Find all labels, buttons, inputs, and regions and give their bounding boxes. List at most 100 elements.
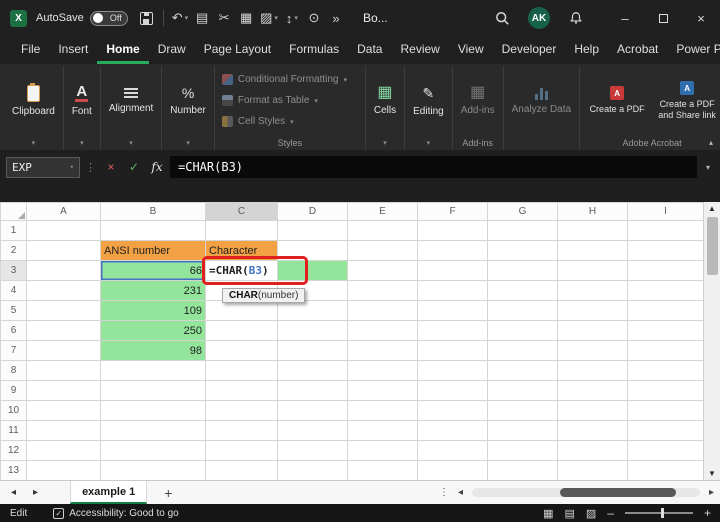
vertical-scrollbar[interactable]: ▲ ▼ [703,202,720,480]
name-box[interactable]: EXP ▾ [6,156,80,178]
cell-g10[interactable] [487,400,558,421]
pin-button[interactable]: ⊙ [303,5,325,31]
autosave-switch[interactable]: Off [89,10,128,26]
chevron-down-icon[interactable]: ▾ [186,139,190,147]
cell-b3[interactable]: 66 [100,260,206,281]
cell-h10[interactable] [557,400,628,421]
cell-f12[interactable] [417,440,488,461]
horizontal-scrollbar[interactable] [471,488,700,497]
font-button[interactable]: A Font [67,82,97,119]
cell-a2[interactable] [26,240,101,261]
horizontal-scrollbar-thumb[interactable] [559,488,676,497]
search-button[interactable] [491,5,513,31]
notifications-button[interactable] [565,5,587,31]
cell-a9[interactable] [26,380,101,401]
scroll-up-icon[interactable]: ▲ [708,202,716,215]
cell-d6[interactable] [277,320,348,341]
cell-a12[interactable] [26,440,101,461]
cell-e9[interactable] [347,380,418,401]
cell-g3[interactable] [487,260,558,281]
cell-e12[interactable] [347,440,418,461]
col-header-b[interactable]: B [100,202,206,221]
cell-a10[interactable] [26,400,101,421]
cell-e10[interactable] [347,400,418,421]
alignment-button[interactable]: Alignment [104,86,158,116]
create-pdf-share-button[interactable]: A Create a PDF and Share link [653,79,720,122]
cell-i8[interactable] [627,360,704,381]
col-header-h[interactable]: H [557,202,628,221]
cell-a8[interactable] [26,360,101,381]
row-header-4[interactable]: 4 [0,280,27,301]
cell-f11[interactable] [417,420,488,441]
cell-g1[interactable] [487,220,558,241]
conditional-formatting-button[interactable]: Conditional Formatting ▾ [218,70,362,89]
avatar[interactable]: AK [528,7,550,29]
cell-g11[interactable] [487,420,558,441]
cell-f6[interactable] [417,320,488,341]
cell-e5[interactable] [347,300,418,321]
cell-h4[interactable] [557,280,628,301]
scroll-down-icon[interactable]: ▼ [708,467,716,480]
cell-c8[interactable] [205,360,278,381]
cell-a6[interactable] [26,320,101,341]
zoom-slider[interactable] [624,508,693,518]
cell-f3[interactable] [417,260,488,281]
col-header-e[interactable]: E [347,202,418,221]
cell-f7[interactable] [417,340,488,361]
cell-a13[interactable] [26,460,101,481]
cell-d9[interactable] [277,380,348,401]
cell-e1[interactable] [347,220,418,241]
cell-i1[interactable] [627,220,704,241]
vertical-scrollbar-thumb[interactable] [706,217,718,275]
row-header-9[interactable]: 9 [0,380,27,401]
cell-i12[interactable] [627,440,704,461]
number-button[interactable]: % Number [165,83,211,118]
zoom-slider-thumb[interactable] [660,508,664,518]
formula-input[interactable]: =CHAR(B3) [170,156,697,178]
add-sheet-button[interactable]: + [164,485,172,501]
cell-g8[interactable] [487,360,558,381]
cell-g5[interactable] [487,300,558,321]
cell-f2[interactable] [417,240,488,261]
cell-a11[interactable] [26,420,101,441]
paste-button[interactable]: ▤ [191,5,213,31]
row-header-11[interactable]: 11 [0,420,27,441]
table-button[interactable]: ▦ [235,5,257,31]
row-header-6[interactable]: 6 [0,320,27,341]
cell-a4[interactable] [26,280,101,301]
cell-a5[interactable] [26,300,101,321]
excel-app-icon[interactable]: X [10,9,27,27]
cell-c3-editing[interactable]: =CHAR(B3) [205,260,278,281]
select-all-corner[interactable] [0,202,27,221]
cell-e7[interactable] [347,340,418,361]
cell-c13[interactable] [205,460,278,481]
cell-d1[interactable] [277,220,348,241]
cell-h1[interactable] [557,220,628,241]
cell-c7[interactable] [205,340,278,361]
cell-b9[interactable] [100,380,206,401]
undo-button[interactable]: ↶ ▾ [169,5,191,31]
cell-a3[interactable] [26,260,101,281]
expand-formula-bar-icon[interactable]: ▾ [700,163,716,172]
cell-b11[interactable] [100,420,206,441]
cell-b10[interactable] [100,400,206,421]
cell-b7[interactable]: 98 [100,340,206,361]
cell-i13[interactable] [627,460,704,481]
fill-color-button[interactable]: ▨ ▾ [257,5,281,31]
tab-acrobat[interactable]: Acrobat [608,36,667,64]
page-layout-view-button[interactable]: ▤ [564,507,574,520]
cell-h5[interactable] [557,300,628,321]
cell-h3[interactable] [557,260,628,281]
cell-h11[interactable] [557,420,628,441]
create-pdf-button[interactable]: A Create a PDF [583,84,651,116]
normal-view-button[interactable]: ▦ [543,507,553,520]
cell-i7[interactable] [627,340,704,361]
tab-draw[interactable]: Draw [149,36,195,64]
maximize-button[interactable] [644,0,682,36]
editing-button[interactable]: ✎ Editing [408,83,449,119]
cell-b4[interactable]: 231 [100,280,206,301]
cell-i9[interactable] [627,380,704,401]
cell-b1[interactable] [100,220,206,241]
cell-g7[interactable] [487,340,558,361]
row-header-3[interactable]: 3 [0,260,27,281]
